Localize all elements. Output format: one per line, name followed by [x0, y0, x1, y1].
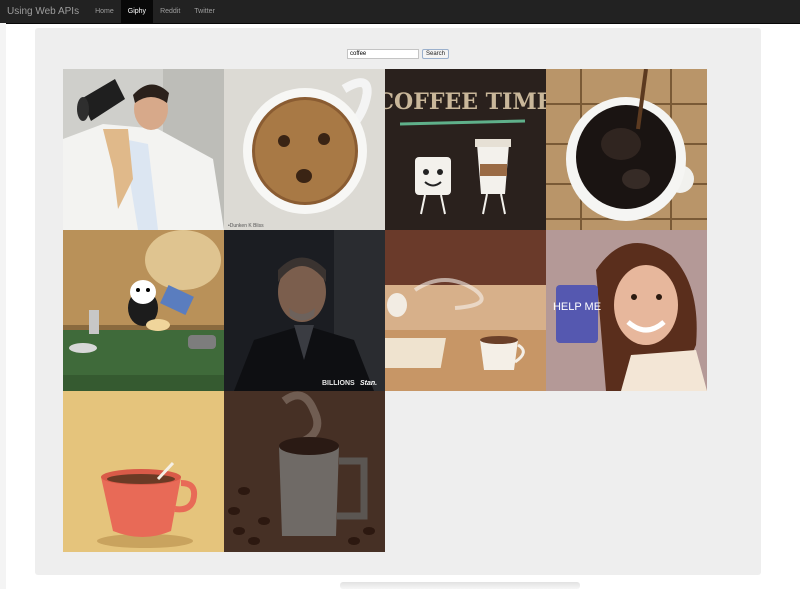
gif-image-cartoon-cat	[63, 230, 224, 391]
gif-tile[interactable]	[385, 230, 546, 391]
gif-image-coffee-time: COFFEE TIME	[385, 69, 546, 230]
search-form: Search	[347, 49, 450, 59]
nav-item-home[interactable]: Home	[88, 0, 121, 23]
search-button[interactable]: Search	[422, 49, 450, 59]
gif-tile[interactable]	[63, 391, 224, 552]
gif-tile[interactable]	[224, 391, 385, 552]
navbar-brand[interactable]: Using Web APIs	[0, 0, 88, 23]
nav-item-twitter[interactable]: Twitter	[187, 0, 222, 23]
gif-tile[interactable]: HELP ME	[546, 230, 707, 391]
left-gutter	[0, 23, 6, 589]
gif-watermark-2: Stan.	[360, 380, 377, 387]
gif-image-red-cup	[63, 391, 224, 552]
gif-tile[interactable]: •Dunken K Bliss	[224, 69, 385, 230]
gif-image-metal-mug	[224, 391, 385, 552]
gif-tile[interactable]: BILLIONS Stan.	[224, 230, 385, 391]
gif-tile[interactable]	[63, 69, 224, 230]
gif-caption: HELP ME	[553, 301, 601, 313]
search-input[interactable]	[347, 49, 419, 59]
gif-image-bathrobe-man	[63, 69, 224, 230]
top-navbar: Using Web APIs Home Giphy Reddit Twitter	[0, 0, 800, 24]
gif-caption: COFFEE TIME	[385, 89, 546, 115]
gif-grid: •Dunken K Bliss COFFEE TIME BILLIONS Sta…	[63, 69, 707, 552]
gif-tile[interactable]	[63, 230, 224, 391]
gif-image-woman-help-me: HELP ME	[546, 230, 707, 391]
nav-item-giphy[interactable]: Giphy	[120, 0, 154, 23]
nav-item-reddit[interactable]: Reddit	[153, 0, 187, 23]
gif-image-man-suit: BILLIONS Stan.	[224, 230, 385, 391]
gif-watermark: BILLIONS	[322, 380, 355, 387]
gif-image-coffee-face: •Dunken K Bliss	[224, 69, 385, 230]
gif-tile[interactable]: COFFEE TIME	[385, 69, 546, 230]
bottom-shadow	[340, 582, 580, 589]
gif-tile[interactable]	[546, 69, 707, 230]
gif-image-black-coffee	[546, 69, 707, 230]
gif-image-cup-window	[385, 230, 546, 391]
gif-watermark: •Dunken K Bliss	[228, 223, 264, 229]
